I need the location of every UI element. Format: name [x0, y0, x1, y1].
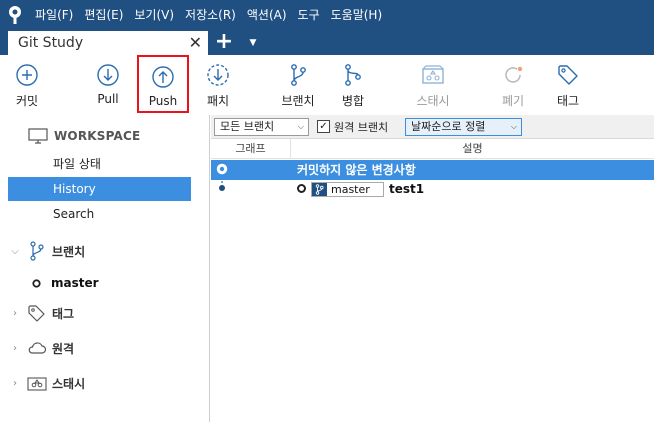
tab-bar: Git Study ✕ + ▼ — [0, 30, 654, 55]
push-label: Push — [148, 94, 178, 108]
current-branch-icon — [32, 278, 41, 288]
remote-branches-label: 원격 브랜치 — [334, 121, 389, 134]
chevron-down-icon: ⌵ — [297, 122, 304, 131]
remotes-label: 원격 — [52, 341, 75, 356]
branch-icon — [312, 183, 327, 196]
sidebar-item-search[interactable]: Search — [8, 202, 191, 226]
sidebar-section-tags[interactable]: › 태그 — [8, 300, 198, 326]
discard-button[interactable]: 폐기 — [486, 55, 540, 113]
branch-filter-dropdown[interactable]: 모든 브랜치 ⌵ — [214, 118, 309, 136]
commit-label: 커밋 — [15, 94, 39, 108]
workspace-label: WORKSPACE — [54, 129, 141, 143]
column-header: 그래프 설명 — [211, 139, 654, 159]
cloud-icon — [26, 338, 48, 358]
tags-label: 태그 — [52, 306, 75, 321]
sourcetree-logo-icon — [0, 0, 30, 30]
branches-label: 브랜치 — [52, 244, 86, 259]
stash-icon — [422, 65, 444, 84]
sidebar-section-stashes[interactable]: › 스태시 — [8, 370, 198, 396]
filter-bar: 모든 브랜치 ⌵ ✓ 원격 브랜치 날짜순으로 정렬 ⌵ — [211, 115, 654, 139]
stashes-label: 스태시 — [52, 376, 86, 391]
remote-branches-checkbox[interactable]: ✓ — [317, 120, 330, 133]
branch-name: master — [51, 276, 99, 290]
merge-label: 병합 — [341, 94, 365, 108]
sort-dropdown[interactable]: 날짜순으로 정렬 ⌵ — [405, 118, 522, 136]
menu-actions[interactable]: 액션(A) — [242, 0, 292, 30]
branch-icon — [291, 64, 306, 86]
menu-edit[interactable]: 편집(E) — [79, 0, 128, 30]
branch-label: 브랜치 — [281, 94, 315, 108]
tab-git-study[interactable]: Git Study ✕ — [8, 31, 208, 55]
merge-icon — [345, 64, 361, 86]
workspace-header: WORKSPACE — [28, 125, 140, 147]
merge-button[interactable]: 병합 — [326, 55, 380, 113]
dashed-download-icon — [207, 64, 229, 86]
branch-button[interactable]: 브랜치 — [271, 55, 325, 113]
sort-value: 날짜순으로 정렬 — [411, 120, 486, 133]
branch-filter-value: 모든 브랜치 — [220, 120, 275, 133]
fetch-button[interactable]: 패치 — [191, 55, 245, 113]
plus-circle-icon — [16, 64, 38, 86]
discard-label: 폐기 — [501, 94, 525, 108]
branch-tag-name: master — [331, 183, 370, 196]
sidebar: WORKSPACE 파일 상태 History Search ⌵ 브랜치 mas… — [0, 115, 210, 422]
branch-tag: master — [311, 182, 384, 197]
tab-title: Git Study — [18, 35, 84, 51]
graph-column-header[interactable]: 그래프 — [211, 139, 291, 159]
menu-view[interactable]: 보기(V) — [129, 0, 179, 30]
arrow-up-circle-icon — [152, 66, 174, 88]
tag-icon — [26, 303, 48, 323]
graph-node-commit — [219, 185, 225, 191]
sidebar-item-history[interactable]: History — [8, 177, 191, 201]
chevron-right-icon[interactable]: › — [8, 378, 22, 389]
tag-label: 태그 — [556, 94, 580, 108]
sidebar-branch-master[interactable]: master — [32, 273, 99, 293]
menu-repository[interactable]: 저장소(R) — [180, 0, 241, 30]
toolbar: 커밋 Pull Push 패치 브랜치 병합 스태시 폐기 태그 — [0, 55, 654, 115]
chevron-right-icon[interactable]: › — [8, 343, 22, 354]
tag-button[interactable]: 태그 — [541, 55, 595, 113]
push-button[interactable]: Push — [137, 55, 189, 113]
tag-icon — [558, 65, 578, 85]
stash-button[interactable]: 스태시 — [406, 55, 460, 113]
graph-node-uncommitted-center — [219, 166, 225, 172]
arrow-down-circle-icon — [97, 64, 119, 86]
commit-button[interactable]: 커밋 — [0, 55, 54, 113]
chevron-down-icon: ⌵ — [510, 122, 517, 131]
commit-graph — [216, 163, 228, 191]
discard-icon — [505, 66, 523, 83]
monitor-icon — [28, 128, 48, 144]
pull-button[interactable]: Pull — [81, 55, 135, 113]
history-panel: 모든 브랜치 ⌵ ✓ 원격 브랜치 날짜순으로 정렬 ⌵ 그래프 설명 커밋하지… — [211, 115, 654, 422]
sidebar-section-branches[interactable]: ⌵ 브랜치 — [8, 238, 198, 264]
head-marker-icon — [297, 184, 306, 193]
pull-label: Pull — [97, 92, 119, 106]
menu-tools[interactable]: 도구 — [293, 0, 325, 30]
commit-message: test1 — [389, 182, 425, 196]
menu-help[interactable]: 도움말(H) — [326, 0, 388, 30]
menu-file[interactable]: 파일(F) — [30, 0, 78, 30]
chevron-right-icon[interactable]: › — [8, 308, 22, 319]
chevron-down-icon[interactable]: ▼ — [246, 30, 260, 55]
close-icon[interactable]: ✕ — [189, 31, 202, 55]
add-tab-icon[interactable]: + — [214, 30, 234, 55]
branch-icon — [26, 241, 48, 261]
sidebar-section-remotes[interactable]: › 원격 — [8, 335, 198, 361]
menu-bar: 파일(F) 편집(E) 보기(V) 저장소(R) 액션(A) 도구 도움말(H) — [0, 0, 654, 30]
row-description: 커밋하지 않은 변경사항 — [297, 163, 416, 177]
stash-label: 스태시 — [416, 94, 450, 108]
stash-icon — [26, 373, 48, 393]
chevron-down-icon[interactable]: ⌵ — [8, 246, 22, 257]
fetch-label: 패치 — [206, 94, 230, 108]
description-column-header[interactable]: 설명 — [291, 139, 654, 159]
sidebar-item-file-status[interactable]: 파일 상태 — [8, 152, 191, 176]
